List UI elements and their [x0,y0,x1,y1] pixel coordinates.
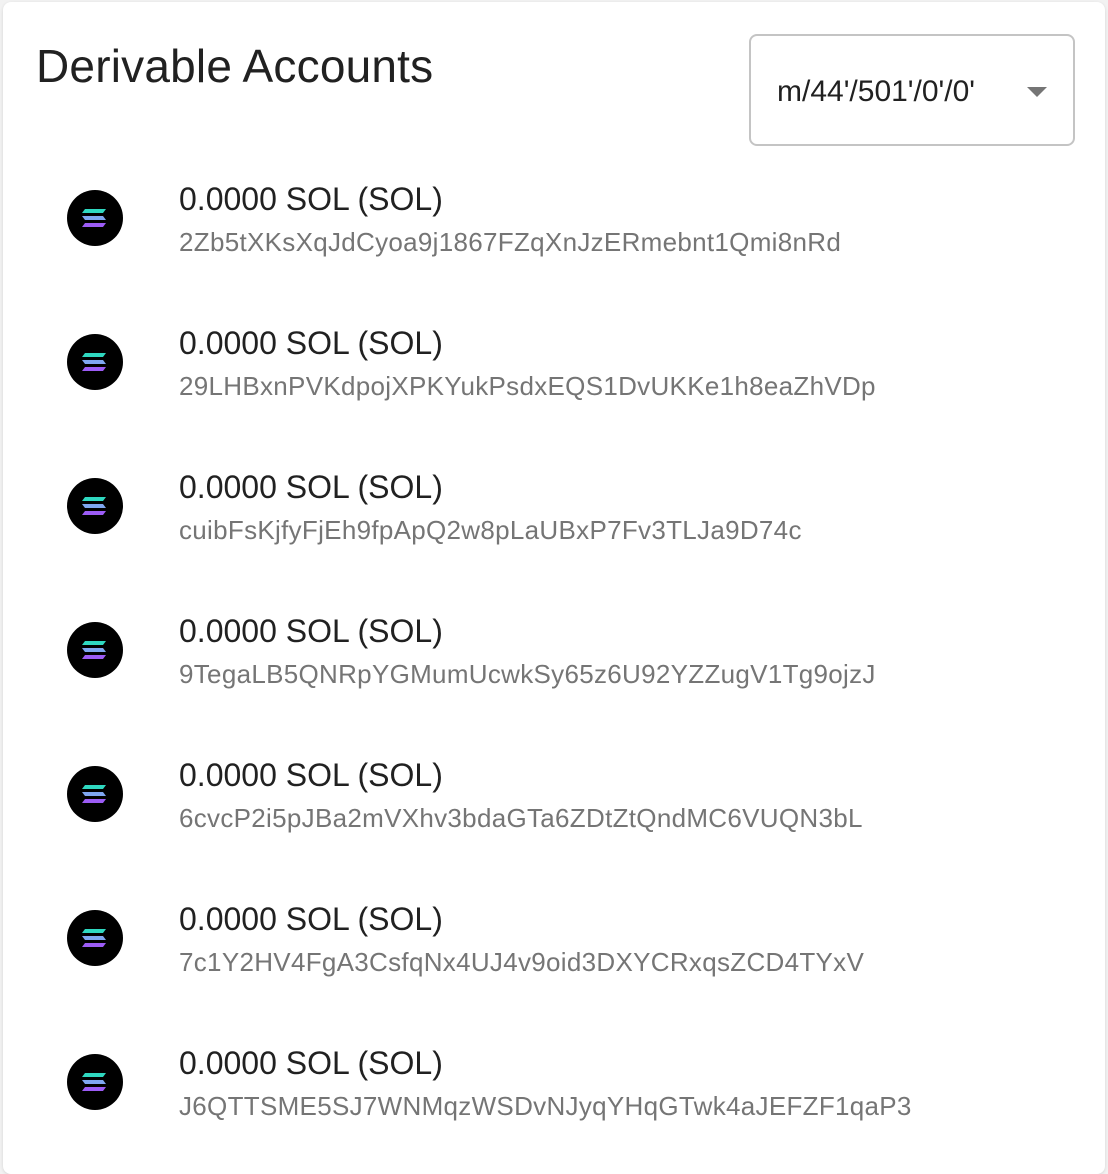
account-address: J6QTTSME5SJ7WNMqzWSDvNJyqYHqGTwk4aJEFZF1… [179,1091,912,1121]
account-balance: 0.0000 SOL (SOL) [179,181,443,217]
solana-icon [67,910,123,966]
account-list-item[interactable]: 0.0000 SOL (SOL) 6cvcP2i5pJBa2mVXhv3bdaG… [3,722,1105,866]
account-balance: 0.0000 SOL (SOL) [179,613,443,649]
solana-icon [67,190,123,246]
account-address: 9TegaLB5QNRpYGMumUcwkSy65z6U92YZZugV1Tg9… [179,659,876,689]
solana-icon [67,334,123,390]
derivation-path-select[interactable]: m/44'/501'/0'/0' [749,34,1075,146]
solana-icon [67,478,123,534]
account-list-item[interactable]: 0.0000 SOL (SOL) J6QTTSME5SJ7WNMqzWSDvNJ… [3,1010,1105,1154]
derivation-path-value: m/44'/501'/0'/0' [777,75,976,108]
account-balance: 0.0000 SOL (SOL) [179,469,443,505]
account-list-item[interactable]: 0.0000 SOL (SOL) 7c1Y2HV4FgA3CsfqNx4UJ4v… [3,866,1105,1010]
account-address: 7c1Y2HV4FgA3CsfqNx4UJ4v9oid3DXYCRxqsZCD4… [179,947,865,977]
account-balance: 0.0000 SOL (SOL) [179,325,443,361]
account-address: 6cvcP2i5pJBa2mVXhv3bdaGTa6ZDtZtQndMC6VUQ… [179,803,863,833]
account-address: cuibFsKjfyFjEh9fpApQ2w8pLaUBxP7Fv3TLJa9D… [179,515,802,545]
account-list-item[interactable]: 0.0000 SOL (SOL) cuibFsKjfyFjEh9fpApQ2w8… [3,434,1105,578]
account-balance: 0.0000 SOL (SOL) [179,901,443,937]
account-list-item[interactable]: 0.0000 SOL (SOL) 2Zb5tXKsXqJdCyoa9j1867F… [3,146,1105,290]
page-title: Derivable Accounts [36,40,434,92]
account-address: 29LHBxnPVKdpojXPKYukPsdxEQS1DvUKKe1h8eaZ… [179,371,876,401]
solana-icon [67,1054,123,1110]
dropdown-arrow-icon [1027,87,1047,97]
account-list-item[interactable]: 0.0000 SOL (SOL) 9TegaLB5QNRpYGMumUcwkSy… [3,578,1105,722]
account-balance: 0.0000 SOL (SOL) [179,1045,443,1081]
account-address: 2Zb5tXKsXqJdCyoa9j1867FZqXnJzERmebnt1Qmi… [179,227,842,257]
solana-icon [67,766,123,822]
account-balance: 0.0000 SOL (SOL) [179,757,443,793]
account-list-item[interactable]: 0.0000 SOL (SOL) 29LHBxnPVKdpojXPKYukPsd… [3,290,1105,434]
solana-icon [67,622,123,678]
derivable-accounts-card: Derivable Accounts m/44'/501'/0'/0' 0.00… [3,2,1105,1174]
